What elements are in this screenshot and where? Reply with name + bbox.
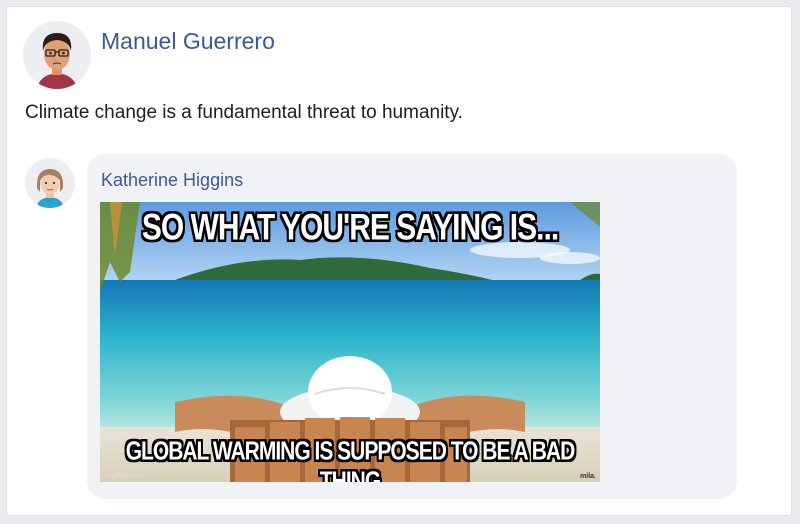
post-card: Manuel Guerrero Climate change is a fund… (6, 6, 792, 516)
meme-image[interactable]: SO WHAT YOU'RE SAYING IS... GLOBAL WARMI… (100, 202, 600, 482)
reply-author-name[interactable]: Katherine Higgins (101, 170, 243, 191)
author-avatar[interactable] (23, 21, 91, 89)
author-name[interactable]: Manuel Guerrero (101, 28, 275, 55)
woman-avatar-icon (25, 158, 75, 208)
meme-watermark: imgflip.com (104, 471, 145, 480)
meme-top-text: SO WHAT YOU'RE SAYING IS... (141, 206, 559, 248)
man-avatar-icon (23, 21, 91, 89)
meme-bottom-text: GLOBAL WARMING IS SUPPOSED TO BE A BAD T… (125, 437, 576, 482)
meme-badge: mila. (580, 473, 596, 480)
post-text: Climate change is a fundamental threat t… (25, 102, 463, 123)
reply-bubble: Katherine Higgins SO WHAT YOU'RE SAYING … (87, 154, 737, 499)
reply-avatar[interactable] (25, 158, 75, 208)
